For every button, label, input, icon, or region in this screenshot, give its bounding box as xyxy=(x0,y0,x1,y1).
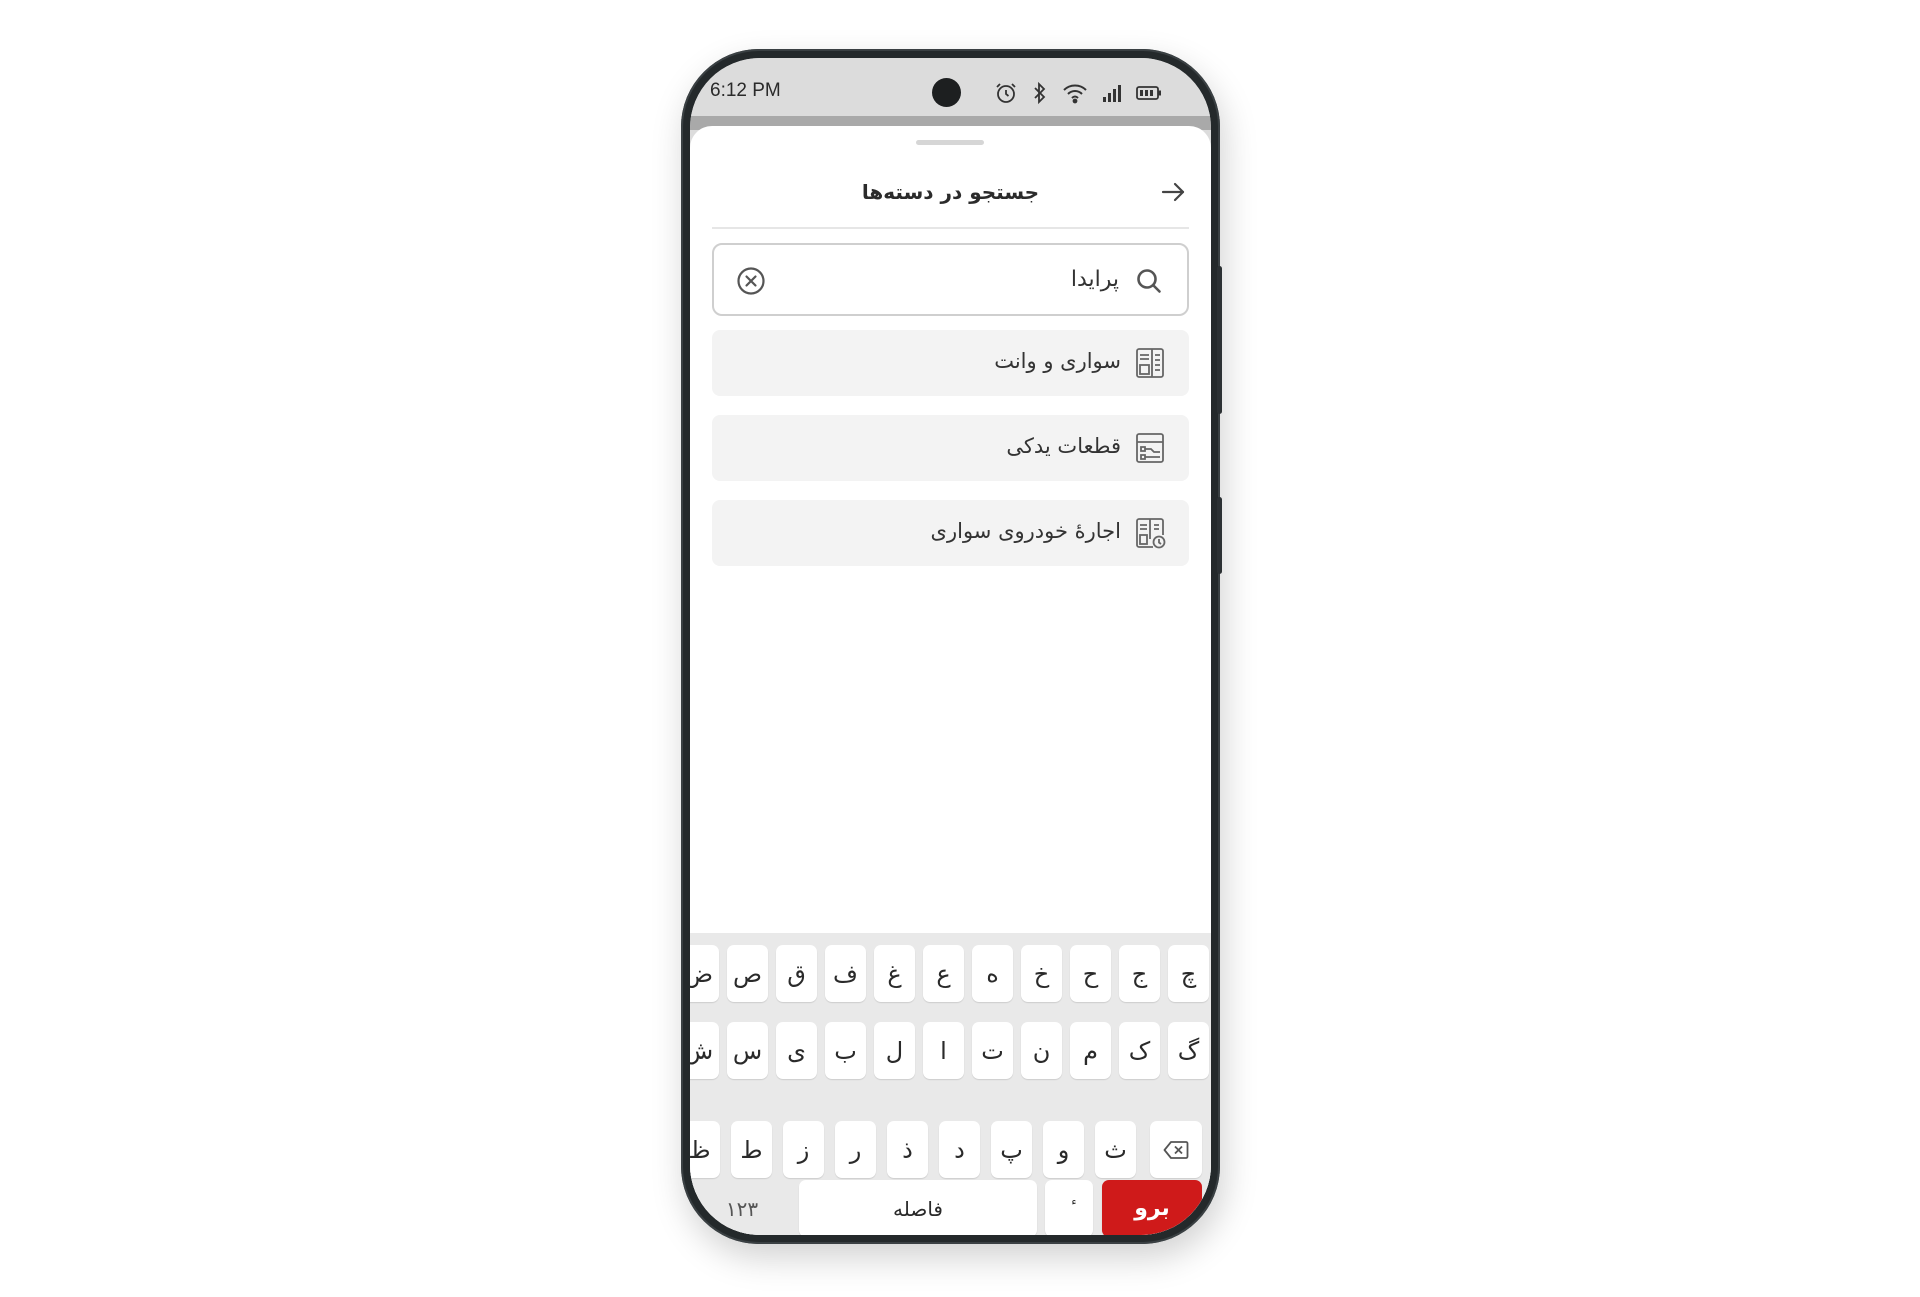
search-input[interactable] xyxy=(789,257,1119,301)
clear-search-icon[interactable] xyxy=(736,266,766,296)
battery-icon xyxy=(1136,85,1162,101)
arrow-right-icon xyxy=(1161,182,1185,202)
header-divider xyxy=(712,227,1189,229)
letter-key[interactable]: غ xyxy=(874,945,915,1002)
backspace-key[interactable] xyxy=(1150,1121,1202,1178)
letter-key[interactable]: ذ xyxy=(887,1121,928,1178)
letter-key[interactable]: ث xyxy=(1095,1121,1136,1178)
page-title: جستجو در دسته‌ها xyxy=(861,180,1040,204)
letter-key[interactable]: ل xyxy=(874,1022,915,1079)
status-time: 6:12 PM xyxy=(710,80,781,101)
letter-key[interactable]: و xyxy=(1043,1121,1084,1178)
letter-key[interactable]: چ xyxy=(1168,945,1209,1002)
numbers-key[interactable]: ۱۲۳ xyxy=(702,1180,782,1235)
car-rental-category-icon xyxy=(1136,518,1166,549)
letter-key[interactable]: ر xyxy=(835,1121,876,1178)
car-category-icon xyxy=(1136,348,1164,378)
stage: 6:12 PM xyxy=(0,0,1920,1297)
letter-key[interactable]: ز xyxy=(783,1121,824,1178)
status-icons xyxy=(994,78,1162,108)
search-field[interactable] xyxy=(712,243,1189,316)
letter-key[interactable]: ض xyxy=(690,945,719,1002)
letter-key[interactable]: س xyxy=(727,1022,768,1079)
search-icon xyxy=(1137,269,1161,293)
letter-key[interactable]: پ xyxy=(991,1121,1032,1178)
go-key[interactable]: برو xyxy=(1102,1180,1202,1235)
persian-keyboard: چجحخهعغفقصض گکمنتالبیسش ثوپدذرزطظ برو ٔ … xyxy=(690,933,1211,1235)
volume-button xyxy=(1217,266,1222,414)
category-results: سواری و وانت قطعات یدکی اجارهٔ خودروی سو… xyxy=(712,330,1189,585)
alarm-icon xyxy=(994,81,1018,105)
letter-key[interactable]: ج xyxy=(1119,945,1160,1002)
letter-key[interactable]: ص xyxy=(727,945,768,1002)
letter-key[interactable]: ح xyxy=(1070,945,1111,1002)
back-button[interactable] xyxy=(1158,180,1188,204)
category-result-label: سواری و وانت xyxy=(994,349,1121,373)
letter-key[interactable]: ن xyxy=(1021,1022,1062,1079)
signal-icon xyxy=(1102,83,1122,103)
letter-key[interactable]: خ xyxy=(1021,945,1062,1002)
bluetooth-icon xyxy=(1032,81,1048,105)
shift-key[interactable]: ٔ xyxy=(1045,1180,1093,1235)
letter-key[interactable]: ظ xyxy=(690,1121,720,1178)
phone-screen: 6:12 PM xyxy=(690,58,1211,1235)
sheet-drag-handle[interactable] xyxy=(916,140,984,145)
category-result-item[interactable]: اجارهٔ خودروی سواری xyxy=(712,500,1189,566)
sheet-header: جستجو در دسته‌ها xyxy=(690,158,1211,220)
category-result-label: قطعات یدکی xyxy=(1006,434,1121,458)
letter-key[interactable]: ع xyxy=(923,945,964,1002)
letter-key[interactable]: ا xyxy=(923,1022,964,1079)
letter-key[interactable]: م xyxy=(1070,1022,1111,1079)
letter-key[interactable]: گ xyxy=(1168,1022,1209,1079)
letter-key[interactable]: ی xyxy=(776,1022,817,1079)
letter-key[interactable]: ه xyxy=(972,945,1013,1002)
category-result-item[interactable]: سواری و وانت xyxy=(712,330,1189,396)
spare-parts-category-icon xyxy=(1136,433,1164,463)
wifi-icon xyxy=(1062,82,1088,104)
letter-key[interactable]: ق xyxy=(776,945,817,1002)
category-result-label: اجارهٔ خودروی سواری xyxy=(930,519,1121,543)
letter-key[interactable]: ت xyxy=(972,1022,1013,1079)
letter-key[interactable]: ط xyxy=(731,1121,772,1178)
letter-key[interactable]: د xyxy=(939,1121,980,1178)
power-button xyxy=(1217,497,1222,574)
space-key[interactable]: فاصله xyxy=(799,1180,1037,1235)
letter-key[interactable]: ک xyxy=(1119,1022,1160,1079)
letter-key[interactable]: ب xyxy=(825,1022,866,1079)
front-camera xyxy=(932,78,961,107)
status-bar: 6:12 PM xyxy=(690,58,1211,116)
backspace-icon xyxy=(1163,1140,1189,1159)
letter-key[interactable]: ف xyxy=(825,945,866,1002)
category-result-item[interactable]: قطعات یدکی xyxy=(712,415,1189,481)
letter-key[interactable]: ش xyxy=(690,1022,719,1079)
